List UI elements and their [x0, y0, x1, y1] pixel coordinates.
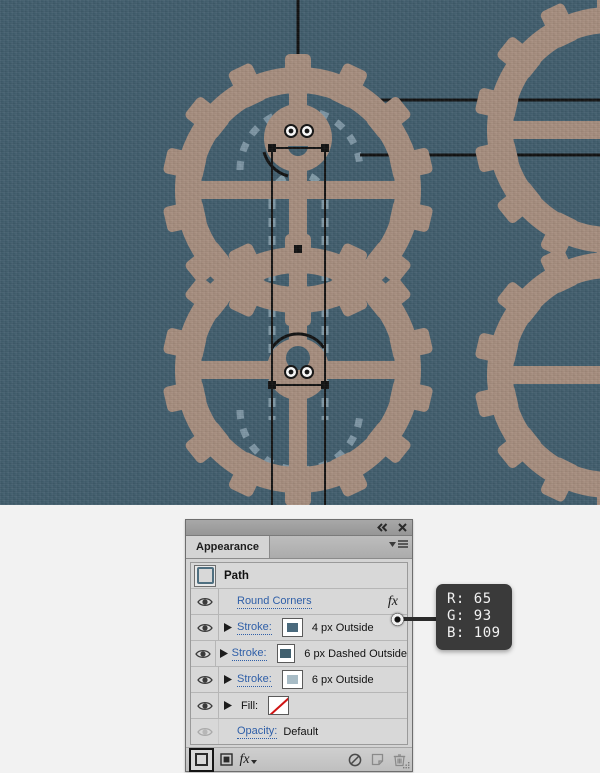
- callout-blue-value: B: 109: [447, 625, 501, 641]
- anchor-point: [321, 381, 329, 389]
- swatch-fill: [280, 649, 292, 658]
- callout-green-value: G: 93: [447, 608, 492, 624]
- tab-appearance-label: Appearance: [196, 541, 259, 553]
- object-type-label: Path: [224, 569, 249, 582]
- stroke-color-swatch[interactable]: [281, 670, 303, 689]
- opacity-label-link[interactable]: Opacity:: [237, 725, 278, 739]
- swatch-fill: [286, 675, 298, 684]
- stroke-color-swatch[interactable]: [281, 618, 303, 637]
- add-new-fill-button[interactable]: [216, 750, 236, 769]
- stroke-color-swatch[interactable]: [276, 644, 296, 663]
- panel-footer-toolbar: fx: [186, 747, 412, 772]
- gear-right-bottom: [475, 239, 600, 505]
- center-anchor-point: [294, 245, 302, 253]
- stroke-description: 4 px Outside: [311, 621, 374, 634]
- path-thumbnail[interactable]: [194, 564, 216, 587]
- appearance-row-stroke-1[interactable]: Stroke: 4 px Outside: [191, 615, 407, 641]
- panel-menu-icon[interactable]: [389, 540, 408, 549]
- panel-titlebar: [186, 520, 412, 536]
- close-icon[interactable]: [397, 522, 408, 533]
- visibility-eye-icon[interactable]: [191, 667, 219, 692]
- callout-connector-line: [399, 617, 440, 621]
- appearance-row-fill[interactable]: Fill:: [191, 693, 407, 719]
- opacity-value: Default: [283, 725, 319, 738]
- disclosure-triangle-icon[interactable]: [219, 693, 237, 718]
- resize-grip-icon[interactable]: [401, 761, 410, 770]
- appearance-row-stroke-3[interactable]: Stroke: 6 px Outside: [191, 667, 407, 693]
- appearance-row-opacity[interactable]: Opacity: Default: [191, 719, 407, 744]
- appearance-panel[interactable]: Appearance Path Round Corners fx Stroke:…: [185, 519, 413, 772]
- stroke-description: 6 px Outside: [311, 673, 374, 686]
- hub-shape-bottom: [267, 332, 329, 400]
- tab-appearance[interactable]: Appearance: [186, 536, 270, 558]
- canvas-artwork: [163, 0, 600, 505]
- stroke-label-link[interactable]: Stroke:: [231, 647, 267, 661]
- anchor-point: [268, 144, 276, 152]
- rgb-color-callout: R: 65 G: 93 B: 109: [436, 584, 512, 650]
- stroke-label-link[interactable]: Stroke:: [237, 621, 272, 635]
- panel-body: Path Round Corners fx Stroke: 4 px Outsi…: [186, 559, 412, 745]
- anchor-point: [268, 381, 276, 389]
- clear-appearance-button[interactable]: [345, 750, 365, 769]
- visibility-eye-icon-disabled: [191, 719, 219, 744]
- disclosure-triangle-icon[interactable]: [219, 667, 237, 692]
- fill-none-swatch[interactable]: [268, 696, 290, 715]
- fill-label: Fill:: [241, 699, 259, 712]
- stroke-description: 6 px Dashed Outside: [304, 647, 407, 660]
- visibility-eye-icon[interactable]: [191, 693, 219, 718]
- callout-anchor-dot: [391, 613, 404, 626]
- illustrator-canvas[interactable]: [0, 0, 600, 505]
- visibility-eye-icon[interactable]: [191, 641, 216, 666]
- panel-tab-row: Appearance: [186, 536, 412, 559]
- appearance-row-round-corners[interactable]: Round Corners fx: [191, 589, 407, 615]
- swatch-fill: [286, 623, 298, 632]
- collapse-panel-icon[interactable]: [377, 522, 388, 533]
- appearance-rows: Path Round Corners fx Stroke: 4 px Outsi…: [190, 562, 408, 745]
- disclosure-triangle-placeholder: [219, 719, 237, 744]
- visibility-eye-icon[interactable]: [191, 615, 219, 640]
- anchor-point: [321, 144, 329, 152]
- gear-right-top: [475, 0, 600, 266]
- stroke-label-link[interactable]: Stroke:: [237, 673, 272, 687]
- disclosure-triangle-icon[interactable]: [219, 615, 237, 640]
- fx-icon[interactable]: fx: [388, 594, 398, 610]
- path-thumbnail-shape: [196, 567, 214, 584]
- add-new-stroke-button[interactable]: [189, 747, 214, 772]
- callout-red-value: R: 65: [447, 591, 492, 607]
- add-new-effect-button[interactable]: fx: [238, 750, 258, 769]
- disclosure-triangle-placeholder: [219, 589, 237, 614]
- appearance-row-stroke-2[interactable]: Stroke: 6 px Dashed Outside: [191, 641, 407, 667]
- appearance-object-row[interactable]: Path: [191, 563, 407, 589]
- visibility-eye-icon[interactable]: [191, 589, 219, 614]
- effect-name-link[interactable]: Round Corners: [237, 595, 312, 609]
- disclosure-triangle-icon[interactable]: [216, 641, 232, 666]
- duplicate-item-button[interactable]: [367, 750, 387, 769]
